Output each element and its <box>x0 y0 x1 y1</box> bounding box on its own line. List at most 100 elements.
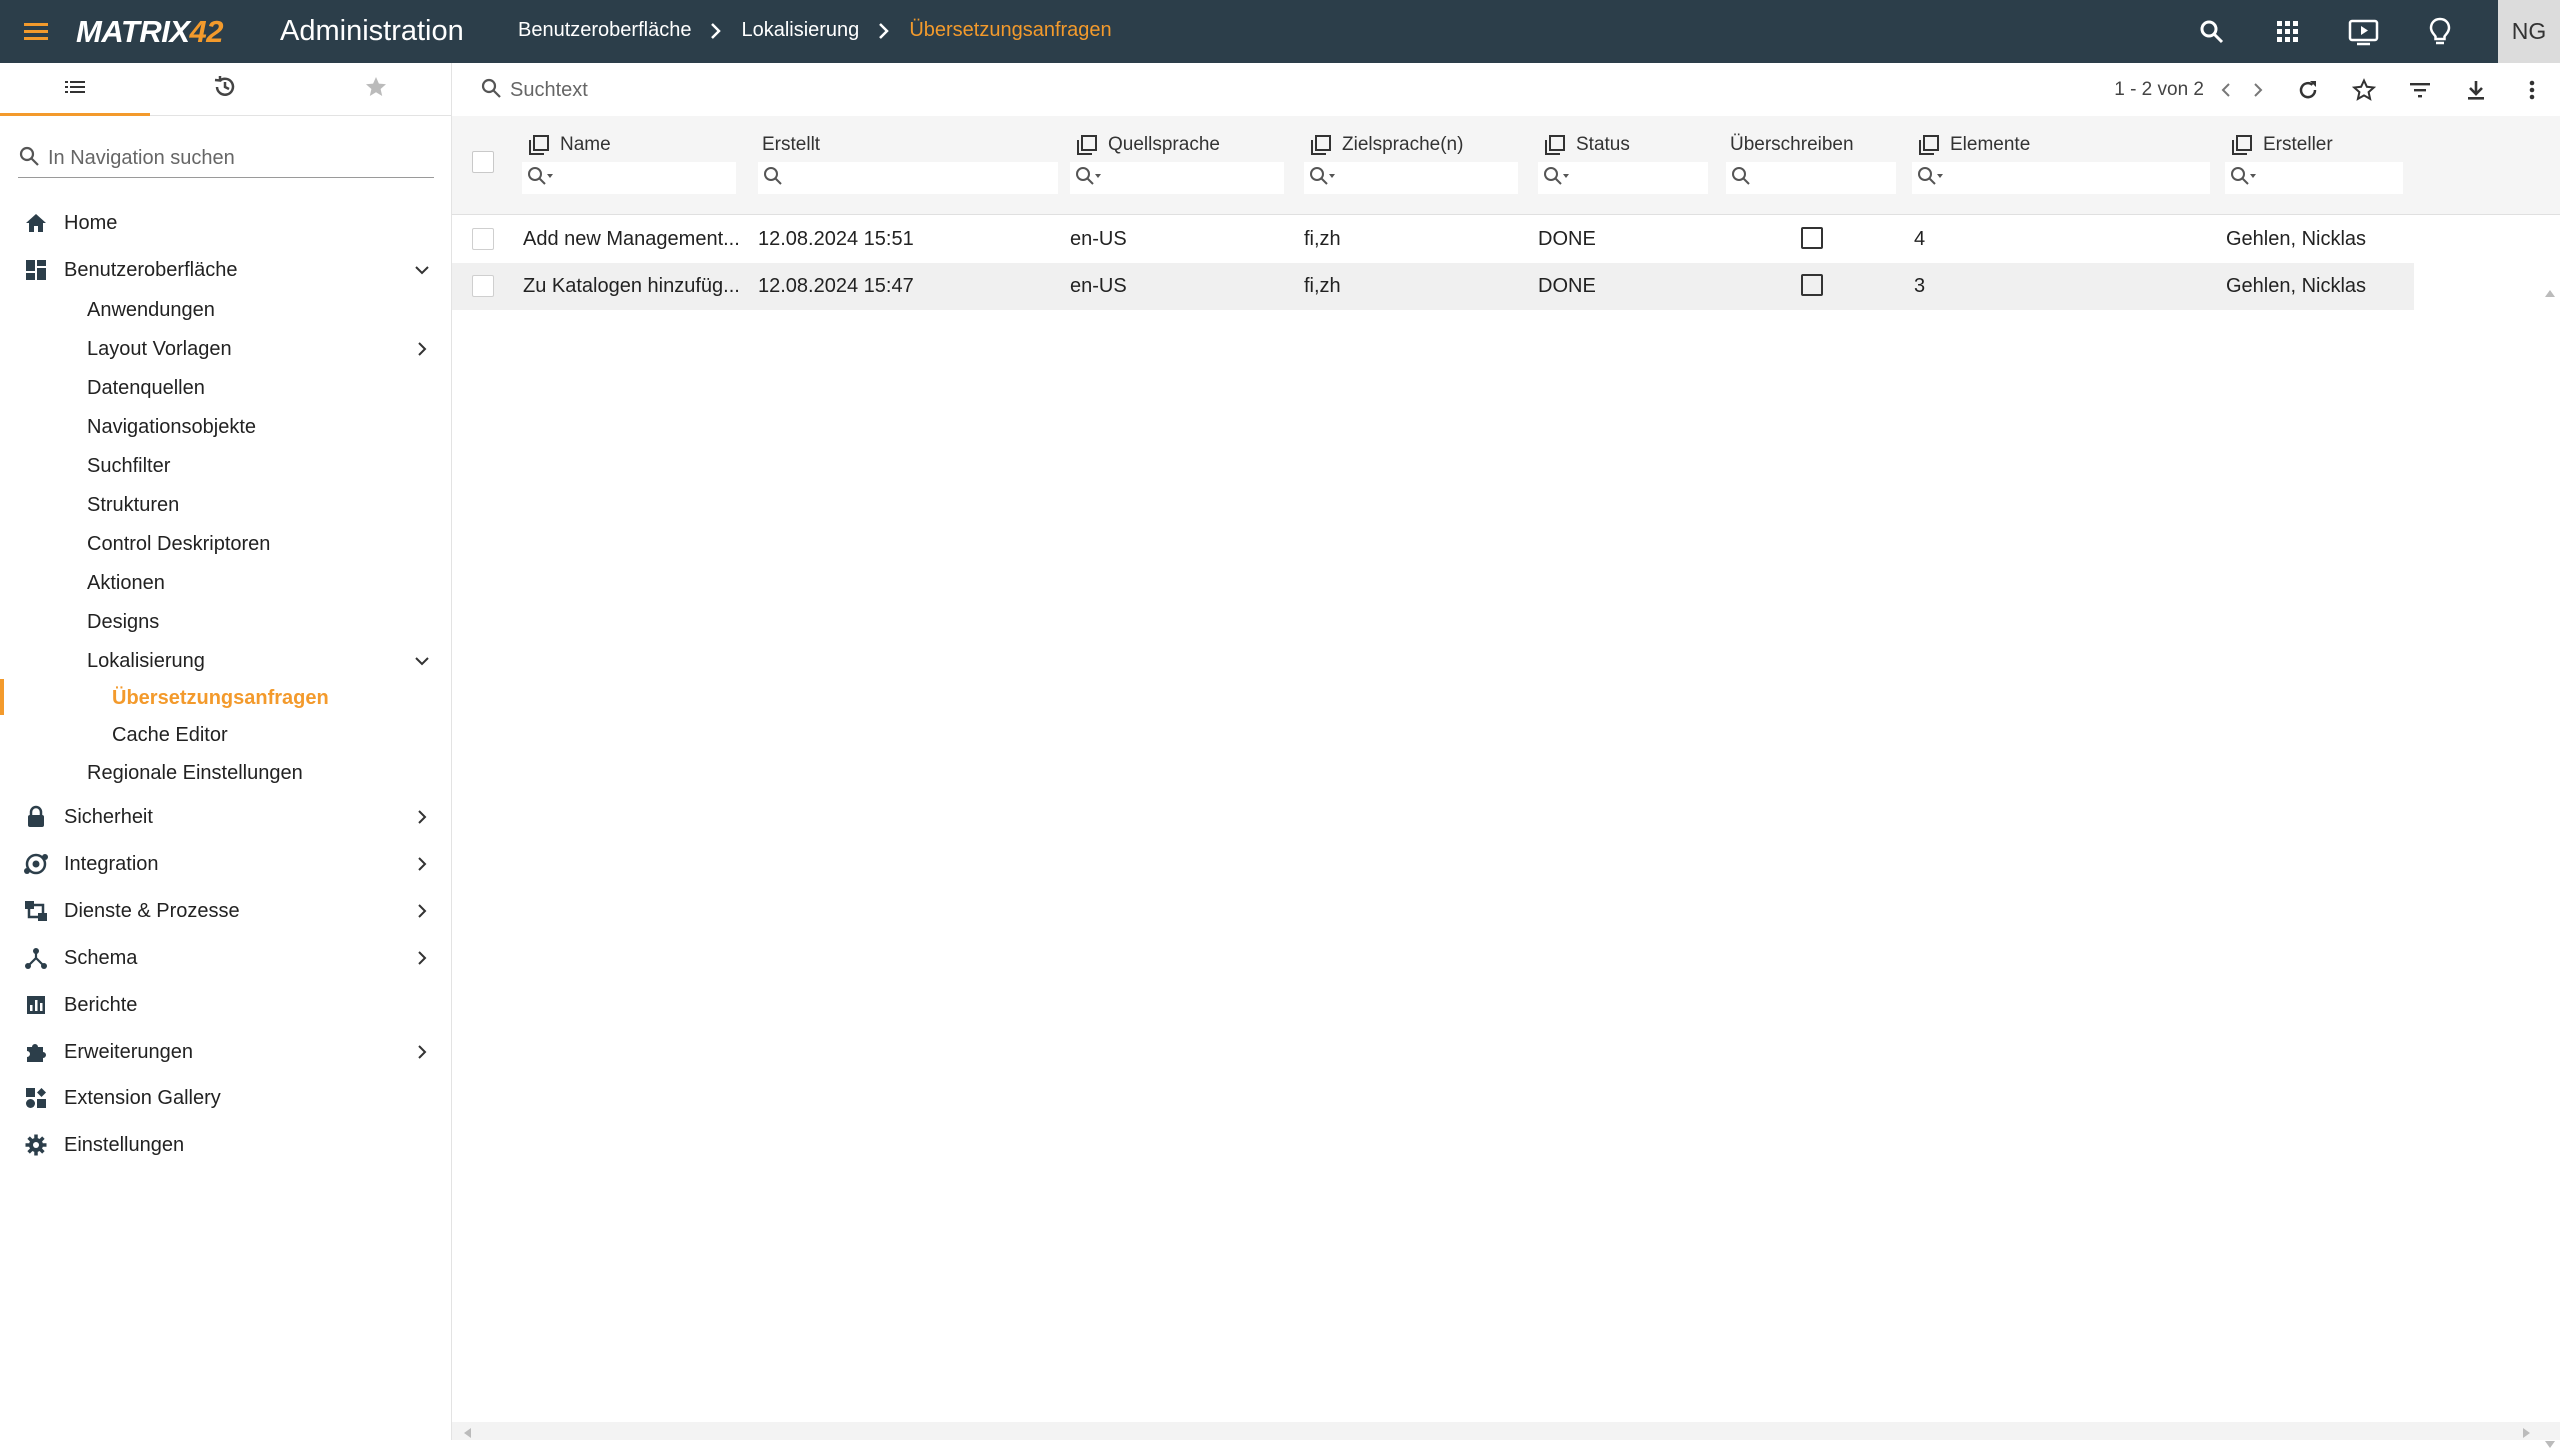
nav-item-layout-vorlagen[interactable]: Layout Vorlagen <box>0 329 452 369</box>
filter-elemente[interactable] <box>1912 162 2210 194</box>
sidebar: Home Benutzeroberfläche Anwendungen Layo… <box>0 63 452 1440</box>
row-checkbox[interactable] <box>472 228 494 250</box>
main-content: 1 - 2 von 2 Name Erstellt Quellsprache Z… <box>452 63 2560 1448</box>
nav-item-suchfilter[interactable]: Suchfilter <box>0 446 452 486</box>
breadcrumb-lokalisierung[interactable]: Lokalisierung <box>741 19 859 42</box>
lightbulb-icon[interactable] <box>2422 14 2458 50</box>
nav-search[interactable] <box>18 139 434 178</box>
nav-item-uebersetzungsanfragen[interactable]: Übersetzungsanfragen <box>0 678 452 718</box>
presentation-icon[interactable] <box>2346 14 2382 50</box>
tab-navigation[interactable] <box>0 63 151 116</box>
nav-item-aktionen[interactable]: Aktionen <box>0 563 452 603</box>
overwrite-checkbox <box>1801 227 1823 249</box>
services-icon <box>22 897 50 925</box>
scroll-left-icon[interactable] <box>462 1426 472 1444</box>
cell-status: DONE <box>1538 228 1596 250</box>
nav-item-extension-gallery[interactable]: Extension Gallery <box>0 1078 452 1118</box>
table-row[interactable]: Add new Management... 12.08.2024 15:51 e… <box>452 216 2414 263</box>
filter-zielsprachen[interactable] <box>1304 162 1518 194</box>
search-filter-icon[interactable] <box>1916 165 1948 192</box>
cell-creator: Gehlen, Nicklas <box>2226 275 2367 297</box>
search-filter-icon[interactable] <box>2229 165 2261 192</box>
nav-item-einstellungen[interactable]: Einstellungen <box>0 1125 452 1165</box>
nav-item-dienste-prozesse[interactable]: Dienste & Prozesse <box>0 891 452 931</box>
nav-item-benutzeroberflaeche[interactable]: Benutzeroberfläche <box>0 250 452 290</box>
more-vert-icon[interactable] <box>2516 74 2548 106</box>
nav-item-cache-editor[interactable]: Cache Editor <box>0 715 452 755</box>
apps-grid-icon[interactable] <box>2270 14 2306 50</box>
column-header-erstellt[interactable]: Erstellt <box>762 130 820 160</box>
row-checkbox[interactable] <box>472 275 494 297</box>
filter-ueberschreiben[interactable] <box>1726 162 1896 194</box>
nav-item-lokalisierung[interactable]: Lokalisierung <box>0 641 452 681</box>
search-filter-icon[interactable] <box>1542 165 1574 192</box>
hamburger-icon[interactable] <box>22 18 52 46</box>
nav-item-sicherheit[interactable]: Sicherheit <box>0 797 452 837</box>
chevron-right-icon <box>412 1042 432 1062</box>
nav-item-home[interactable]: Home <box>0 203 452 243</box>
nav-item-erweiterungen[interactable]: Erweiterungen <box>0 1032 452 1072</box>
list-icon <box>63 77 87 102</box>
nav-item-navigationsobjekte[interactable]: Navigationsobjekte <box>0 407 452 447</box>
nav-item-strukturen[interactable]: Strukturen <box>0 485 452 525</box>
grid-search[interactable] <box>480 77 1010 104</box>
breadcrumb-benutzeroberflaeche[interactable]: Benutzeroberfläche <box>518 19 691 42</box>
nav-search-input[interactable] <box>48 146 418 170</box>
filter-ersteller[interactable] <box>2225 162 2403 194</box>
column-header-ersteller[interactable]: Ersteller <box>2231 130 2333 160</box>
filter-quellsprache[interactable] <box>1070 162 1284 194</box>
refresh-icon[interactable] <box>2292 74 2324 106</box>
copy-icon[interactable] <box>2231 134 2253 156</box>
column-header-zielsprachen[interactable]: Zielsprache(n) <box>1310 130 1463 160</box>
filter-name[interactable] <box>522 162 736 194</box>
search-icon[interactable] <box>2194 14 2230 50</box>
search-filter-icon[interactable] <box>1308 165 1340 192</box>
chevron-left-icon[interactable] <box>2214 74 2238 106</box>
nav-item-berichte[interactable]: Berichte <box>0 985 452 1025</box>
search-filter-icon[interactable] <box>526 165 558 192</box>
table-row[interactable]: Zu Katalogen hinzufüg... 12.08.2024 15:4… <box>452 263 2414 310</box>
nav-item-integration[interactable]: Integration <box>0 844 452 884</box>
copy-icon[interactable] <box>528 134 550 156</box>
horizontal-scrollbar[interactable] <box>452 1422 2560 1440</box>
filter-status[interactable] <box>1538 162 1708 194</box>
nav-item-anwendungen[interactable]: Anwendungen <box>0 290 452 330</box>
filter-erstellt[interactable] <box>758 162 1058 194</box>
home-icon <box>22 209 50 237</box>
copy-icon[interactable] <box>1918 134 1940 156</box>
column-header-quellsprache[interactable]: Quellsprache <box>1076 130 1220 160</box>
select-all-checkbox[interactable] <box>472 151 494 173</box>
column-header-ueberschreiben[interactable]: Überschreiben <box>1730 130 1854 160</box>
chevron-down-icon <box>412 260 432 280</box>
avatar[interactable]: NG <box>2498 0 2560 63</box>
search-icon <box>480 77 502 104</box>
matrix42-logo[interactable]: MATRIX42 <box>76 14 224 50</box>
nav-item-designs[interactable]: Designs <box>0 602 452 642</box>
star-outline-icon[interactable] <box>2348 74 2380 106</box>
chevron-right-icon <box>709 21 723 41</box>
tab-history[interactable] <box>150 63 300 115</box>
schema-icon <box>22 944 50 972</box>
tab-favorites[interactable] <box>301 63 451 115</box>
search-filter-icon[interactable] <box>1074 165 1106 192</box>
reports-icon <box>22 991 50 1019</box>
scroll-right-icon[interactable] <box>2522 1426 2532 1444</box>
copy-icon[interactable] <box>1076 134 1098 156</box>
filter-icon[interactable] <box>2404 74 2436 106</box>
copy-icon[interactable] <box>1310 134 1332 156</box>
nav-item-control-deskriptoren[interactable]: Control Deskriptoren <box>0 524 452 564</box>
chevron-right-icon[interactable] <box>2246 74 2270 106</box>
column-header-elemente[interactable]: Elemente <box>1918 130 2030 160</box>
copy-icon[interactable] <box>1544 134 1566 156</box>
grid-search-input[interactable] <box>510 79 1010 102</box>
nav-item-datenquellen[interactable]: Datenquellen <box>0 368 452 408</box>
download-icon[interactable] <box>2460 74 2492 106</box>
nav-item-regionale-einstellungen[interactable]: Regionale Einstellungen <box>0 753 452 793</box>
scroll-up-icon[interactable] <box>2544 285 2556 303</box>
star-icon <box>364 75 388 104</box>
gallery-icon <box>22 1084 50 1112</box>
nav-item-schema[interactable]: Schema <box>0 938 452 978</box>
vertical-scrollbar[interactable] <box>2540 215 2560 1455</box>
column-header-status[interactable]: Status <box>1544 130 1630 160</box>
column-header-name[interactable]: Name <box>528 130 611 160</box>
